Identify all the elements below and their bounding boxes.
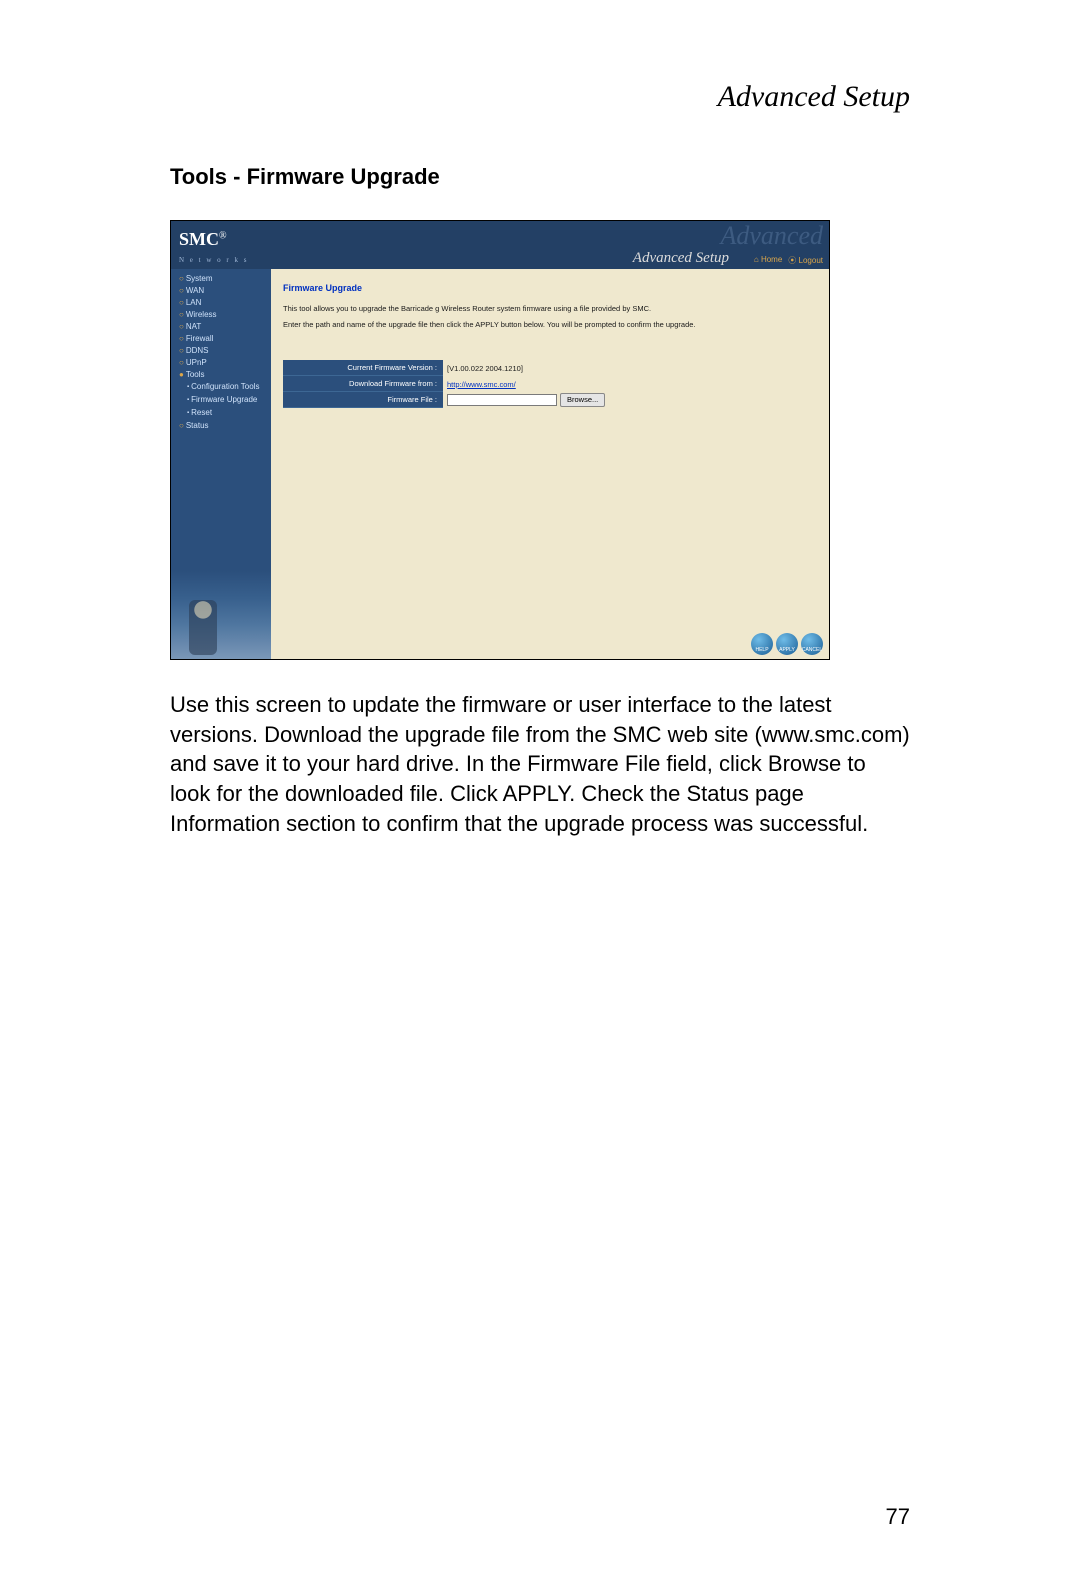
sidebar-item-upnp[interactable]: ○UPnP xyxy=(171,357,271,369)
bullet-icon: ○ xyxy=(179,274,184,283)
sidebar-item-label: WAN xyxy=(186,286,204,295)
home-icon: ⌂ xyxy=(754,255,759,264)
sidebar-item-lan[interactable]: ○LAN xyxy=(171,297,271,309)
bullet-icon: ○ xyxy=(179,322,184,331)
action-buttons: HELP APPLY CANCEL xyxy=(751,633,823,655)
firmware-file-input[interactable] xyxy=(447,394,557,406)
sidebar-item-label: Status xyxy=(186,421,209,430)
brand-text: SMC xyxy=(179,229,219,249)
page-number: 77 xyxy=(886,1504,910,1530)
label-download-from: Download Firmware from : xyxy=(283,376,443,392)
sidebar-item-label: Configuration Tools xyxy=(191,382,259,391)
brand-logo: SMC® N e t w o r k s xyxy=(171,226,254,269)
sidebar-subitem-reset[interactable]: ▪Reset xyxy=(171,407,271,420)
setup-title: Advanced Setup xyxy=(633,250,729,267)
sidebar-subitem-firmware[interactable]: ▪Firmware Upgrade xyxy=(171,394,271,407)
bullet-icon: ○ xyxy=(179,358,184,367)
bullet-icon: ▪ xyxy=(187,410,189,416)
page-header: Advanced Setup xyxy=(170,80,910,114)
sidebar-item-system[interactable]: ○System xyxy=(171,273,271,285)
logout-link[interactable]: ⦿ Logout xyxy=(788,255,823,266)
label-firmware-file: Firmware File : xyxy=(283,392,443,408)
sidebar-item-label: Wireless xyxy=(186,310,217,319)
firmware-form: Current Firmware Version : [V1.00.022 20… xyxy=(283,360,663,408)
row-firmware-file: Firmware File : Browse... xyxy=(283,392,663,408)
label-current-version: Current Firmware Version : xyxy=(283,360,443,376)
sidebar-item-label: Firewall xyxy=(186,334,214,343)
row-download-from: Download Firmware from : http://www.smc.… xyxy=(283,376,663,392)
sidebar-item-nat[interactable]: ○NAT xyxy=(171,321,271,333)
sidebar-figure xyxy=(189,600,217,655)
panel-desc-2: Enter the path and name of the upgrade f… xyxy=(283,319,817,330)
home-link[interactable]: ⌂ Home xyxy=(754,255,782,266)
cancel-button[interactable]: CANCEL xyxy=(801,633,823,655)
panel-desc-1: This tool allows you to upgrade the Barr… xyxy=(283,303,817,314)
router-admin-screenshot: SMC® N e t w o r k s Advanced Advanced S… xyxy=(170,220,830,660)
brand-subtext: N e t w o r k s xyxy=(179,256,248,264)
body-paragraph: Use this screen to update the firmware o… xyxy=(170,690,910,838)
logout-icon: ⦿ xyxy=(788,255,796,266)
home-link-label: Home xyxy=(761,255,782,264)
sidebar: ○System ○WAN ○LAN ○Wireless ○NAT ○Firewa… xyxy=(171,269,271,660)
bullet-icon: ▪ xyxy=(187,384,189,390)
bullet-icon: ▪ xyxy=(187,397,189,403)
main-panel: Firmware Upgrade This tool allows you to… xyxy=(271,269,829,660)
bullet-icon: ○ xyxy=(179,310,184,319)
sidebar-item-label: Reset xyxy=(191,408,212,417)
value-current-version: [V1.00.022 2004.1210] xyxy=(443,364,663,373)
bullet-icon: ○ xyxy=(179,334,184,343)
help-button[interactable]: HELP xyxy=(751,633,773,655)
header-links: ⌂ Home ⦿ Logout xyxy=(754,255,823,266)
bullet-icon: ○ xyxy=(179,298,184,307)
bullet-icon: ○ xyxy=(179,421,184,430)
sidebar-item-wan[interactable]: ○WAN xyxy=(171,285,271,297)
sidebar-item-label: System xyxy=(186,274,213,283)
sidebar-decor xyxy=(171,571,271,660)
logout-link-label: Logout xyxy=(799,256,823,265)
sidebar-item-status[interactable]: ○Status xyxy=(171,420,271,432)
sidebar-item-tools[interactable]: ●Tools xyxy=(171,369,271,381)
apply-button[interactable]: APPLY xyxy=(776,633,798,655)
section-heading: Tools - Firmware Upgrade xyxy=(170,164,910,190)
browse-button[interactable]: Browse... xyxy=(560,393,605,407)
sidebar-subitem-config[interactable]: ▪Configuration Tools xyxy=(171,381,271,394)
sidebar-item-label: UPnP xyxy=(186,358,207,367)
sidebar-item-label: Tools xyxy=(186,370,205,379)
ghost-title: Advanced xyxy=(720,221,823,251)
sidebar-item-label: DDNS xyxy=(186,346,209,355)
download-link[interactable]: http://www.smc.com/ xyxy=(447,380,516,389)
bullet-icon: ○ xyxy=(179,286,184,295)
row-current-version: Current Firmware Version : [V1.00.022 20… xyxy=(283,360,663,376)
sidebar-item-firewall[interactable]: ○Firewall xyxy=(171,333,271,345)
registered-icon: ® xyxy=(219,231,227,242)
screenshot-header-bar: SMC® N e t w o r k s Advanced Advanced S… xyxy=(171,221,829,269)
sidebar-item-label: Firmware Upgrade xyxy=(191,395,257,404)
bullet-icon: ● xyxy=(179,370,184,379)
sidebar-item-ddns[interactable]: ○DDNS xyxy=(171,345,271,357)
panel-title: Firmware Upgrade xyxy=(283,283,817,293)
sidebar-item-wireless[interactable]: ○Wireless xyxy=(171,309,271,321)
sidebar-item-label: NAT xyxy=(186,322,201,331)
bullet-icon: ○ xyxy=(179,346,184,355)
sidebar-item-label: LAN xyxy=(186,298,202,307)
